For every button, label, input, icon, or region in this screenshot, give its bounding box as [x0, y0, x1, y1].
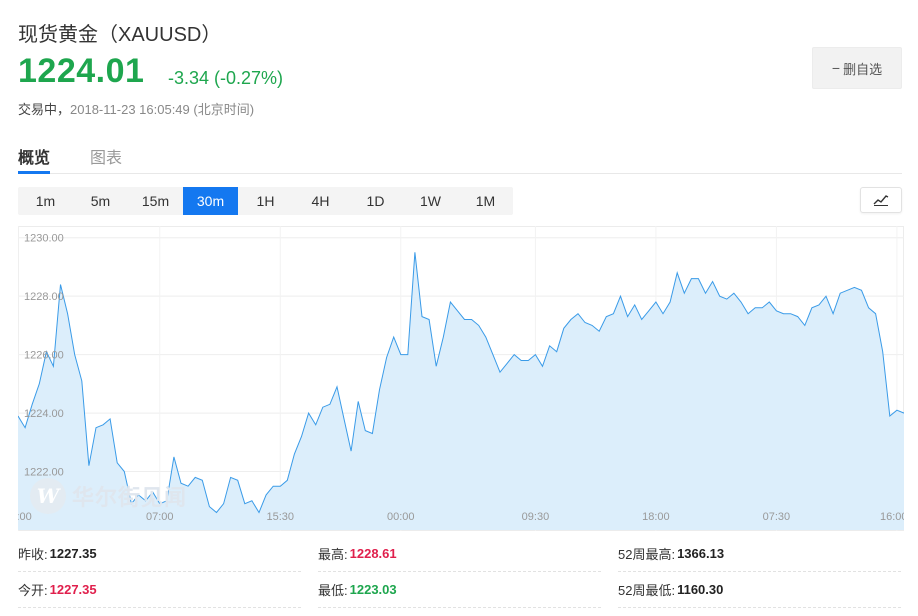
watermark: W 华尔街见闻	[30, 478, 187, 514]
current-price: 1224.01	[18, 52, 145, 90]
interval-1w[interactable]: 1W	[403, 187, 458, 215]
stat-label: 52周最高:	[618, 547, 676, 562]
watermark-logo: W	[30, 478, 66, 514]
interval-1h[interactable]: 1H	[238, 187, 293, 215]
stat-label: 今开:	[18, 583, 48, 598]
price-change: -3.34 (-0.27%)	[168, 68, 284, 88]
interval-4h[interactable]: 4H	[293, 187, 348, 215]
stats-panel: 昨收: 1227.35 最高: 1228.61 52周最高: 1366.13 今开: 1…	[18, 536, 902, 616]
remove-watchlist-button[interactable]: − 删自选	[812, 47, 902, 89]
interval-15m[interactable]: 15m	[128, 187, 183, 215]
tab-overview[interactable]: 概览	[18, 144, 51, 174]
stat-value: 1160.30	[677, 582, 724, 597]
stat-label: 52周最低:	[618, 583, 676, 598]
y-tick-label: 1230.00	[24, 233, 64, 245]
tab-chart[interactable]: 图表	[90, 144, 122, 168]
chart-type-button[interactable]	[860, 187, 902, 213]
watermark-text: 华尔街见闻	[72, 485, 188, 511]
stat-value: 1366.13	[677, 546, 725, 561]
stat-value: 1223.03	[349, 582, 397, 597]
stat-52w-low: 52周最低: 1160.30	[618, 572, 901, 608]
interval-30m[interactable]: 30m	[183, 187, 238, 215]
x-tick-label: 00:00	[387, 511, 415, 523]
stat-label: 最低:	[318, 583, 348, 598]
stat-open: 今开: 1227.35	[18, 572, 301, 608]
interval-selector: 1m 5m 15m 30m 1H 4H 1D 1W 1M	[18, 187, 513, 215]
stat-prev-close: 昨收: 1227.35	[18, 536, 301, 572]
stat-label: 最高:	[318, 547, 348, 562]
stat-value: 1227.35	[49, 546, 97, 561]
x-tick-label: 09:30	[522, 511, 550, 523]
line-chart-icon	[873, 195, 889, 206]
stat-value: 1228.61	[349, 546, 397, 561]
trading-status: 交易中，2018-11-23 16:05:49 (北京时间)	[18, 99, 254, 118]
tab-bar: 概览 图表	[18, 132, 902, 174]
stat-value: 1227.35	[49, 582, 97, 597]
stat-52w-high: 52周最高: 1366.13	[618, 536, 901, 572]
stat-high: 最高: 1228.61	[318, 536, 601, 572]
x-tick-label: 16:00	[880, 511, 904, 523]
x-tick-label: 18:00	[642, 511, 670, 523]
interval-1d[interactable]: 1D	[348, 187, 403, 215]
interval-1mo[interactable]: 1M	[458, 187, 513, 215]
stat-label: 昨收:	[18, 547, 48, 562]
remove-watchlist-label: 删自选	[843, 61, 883, 77]
y-tick-label: 1226.00	[24, 350, 64, 362]
status-label: 交易中，	[18, 102, 71, 117]
y-tick-label: 1228.00	[24, 291, 64, 303]
minus-icon: −	[831, 60, 841, 76]
timestamp: 2018-11-23 16:05:49 (北京时间)	[70, 102, 255, 117]
y-tick-label: 1224.00	[24, 408, 64, 420]
x-tick-label: 15:30	[266, 511, 294, 523]
stat-low: 最低: 1223.03	[318, 572, 601, 608]
interval-5m[interactable]: 5m	[73, 187, 128, 215]
interval-1m[interactable]: 1m	[18, 187, 73, 215]
x-tick-label: 07:30	[763, 511, 791, 523]
instrument-title: 现货黄金（XAUUSD）	[18, 24, 222, 46]
y-tick-label: 1222.00	[24, 467, 64, 479]
